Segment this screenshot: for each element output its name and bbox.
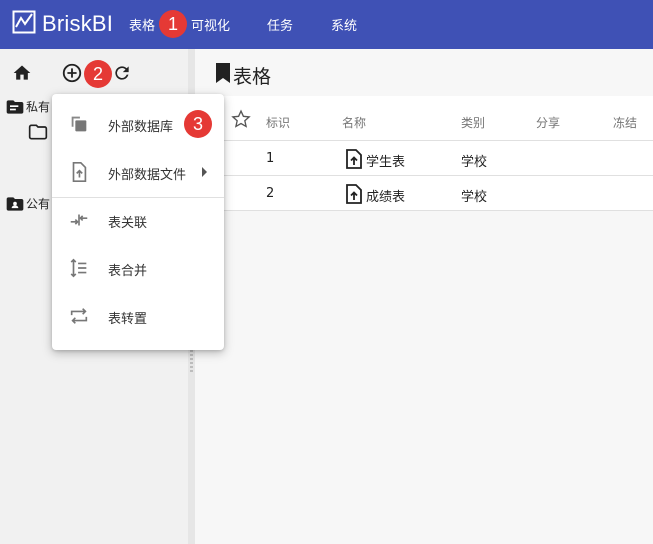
private-folder-icon [5,97,25,117]
column-header-freeze[interactable]: 冻结 [613,114,637,131]
tables-list: 标识 名称 类别 分享 冻结 1 学生表 学校 2 成绩表 学校 [195,96,653,211]
swap-arrows-icon [68,305,90,327]
star-icon[interactable] [231,109,251,133]
column-header-name[interactable]: 名称 [342,114,366,131]
file-upload-icon [345,149,363,169]
menu-item-table-join[interactable]: 表关联 [52,198,224,242]
menu-label: 外部数据库 [108,120,174,135]
cell-category: 学校 [461,190,488,205]
nav-tab-visualization[interactable]: 可视化 [191,15,230,34]
vertical-arrows-icon [68,257,90,279]
cell-id: 1 [266,151,275,166]
menu-label: 表关联 [108,216,148,231]
file-upload-icon [345,184,363,204]
annotation-badge: 1 [159,10,187,38]
nav-tab-tables[interactable]: 表格 [129,15,155,34]
annotation-badge: 3 [184,110,212,138]
table-header: 标识 名称 类别 分享 冻结 [195,96,653,141]
app-logo-text: BriskBI [42,11,114,36]
nav-tab-tasks[interactable]: 任务 [267,15,293,34]
tree-node-private[interactable]: 私有 [26,98,50,115]
menu-item-external-file[interactable]: 外部数据文件 [52,150,224,194]
menu-item-table-merge[interactable]: 表合并 [52,246,224,290]
add-circle-icon[interactable] [61,62,83,84]
bookmark-icon [213,62,233,84]
menu-item-table-transpose[interactable]: 表转置 [52,294,224,338]
home-icon[interactable] [11,62,33,84]
menu-label: 外部数据文件 [108,168,187,183]
cell-category: 学校 [461,155,488,170]
top-app-bar: BriskBI 表格 可视化 任务 系统 [0,0,653,49]
public-folder-icon [5,194,25,214]
menu-label: 表合并 [108,264,148,279]
submenu-arrow-icon [202,167,207,177]
nav-tab-system[interactable]: 系统 [331,15,357,34]
cell-id: 2 [266,186,275,201]
merge-arrows-icon [68,209,90,231]
table-row[interactable]: 1 学生表 学校 [195,141,653,176]
app-logo[interactable]: BriskBI [12,10,113,38]
refresh-icon[interactable] [111,62,133,84]
cell-name[interactable]: 学生表 [366,151,405,170]
tree-node-public[interactable]: 公有 [26,195,50,212]
page-title: 表格 [233,66,272,88]
column-header-id[interactable]: 标识 [266,114,290,131]
copy-database-icon [68,113,90,135]
column-header-share[interactable]: 分享 [536,114,560,131]
folder-icon[interactable] [28,122,48,142]
table-row[interactable]: 2 成绩表 学校 [195,176,653,211]
menu-label: 表转置 [108,312,148,327]
splitter-grip-icon[interactable] [190,350,193,372]
annotation-badge: 2 [84,60,112,88]
column-header-category[interactable]: 类别 [461,114,485,131]
file-upload-icon [68,161,90,183]
logo-chart-icon [12,10,36,38]
cell-name[interactable]: 成绩表 [366,186,405,205]
